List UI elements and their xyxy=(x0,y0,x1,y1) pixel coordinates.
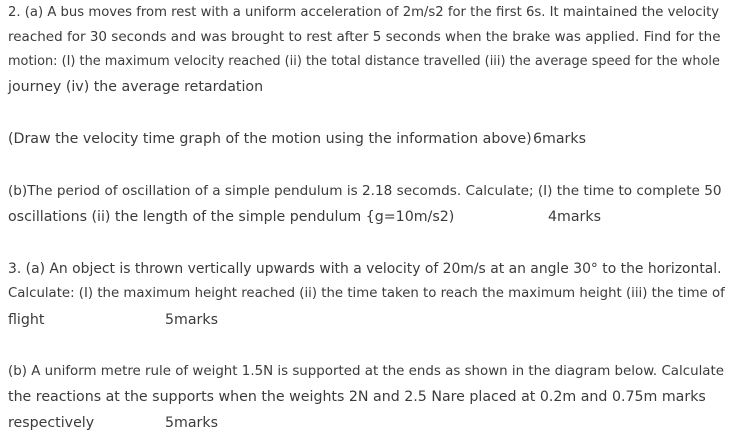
q3b-line-3: respectively xyxy=(8,415,95,431)
q3b-line-2: the reactions at the supports when the w… xyxy=(8,389,706,405)
q3b-line-1: (b) A uniform metre rule of weight 1.5N … xyxy=(8,364,724,379)
q3a-line-1: 3. (a) An object is thrown vertically up… xyxy=(8,261,722,277)
graph-marks: 6marks xyxy=(533,131,586,147)
q2b-marks: 4marks xyxy=(548,209,601,225)
q2a-line-4: journey (iv) the average retardation xyxy=(8,79,264,95)
graph-instruction-text: (Draw the velocity time graph of the mot… xyxy=(8,131,532,147)
q3a-line-2: Calculate: (I) the maximum height reache… xyxy=(8,286,725,301)
q2b-line-1: (b)The period of oscillation of a simple… xyxy=(8,183,722,199)
q2b-line-2: oscillations (ii) the length of the simp… xyxy=(8,209,455,225)
q2a-line-2: reached for 30 seconds and was brought t… xyxy=(8,29,721,45)
q3a-marks: 5marks xyxy=(165,312,218,328)
q2a-line-1: 2. (a) A bus moves from rest with a unif… xyxy=(8,5,720,20)
q2a-line-3: motion: (I) the maximum velocity reached… xyxy=(8,54,720,69)
q3a-line-3: flight xyxy=(8,312,45,328)
q3b-marks: 5marks xyxy=(165,415,218,431)
